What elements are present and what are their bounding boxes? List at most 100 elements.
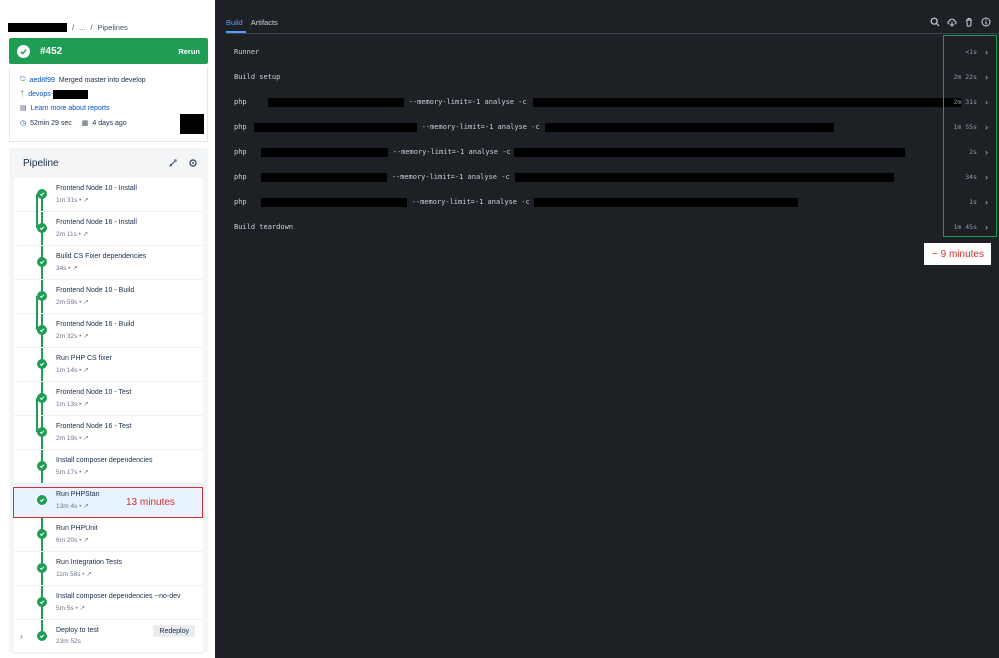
open-external-icon[interactable]: ↗ xyxy=(86,571,91,578)
log-command-prefix: Build setup xyxy=(234,73,281,81)
success-check-icon xyxy=(37,427,47,437)
log-command-prefix: php xyxy=(234,123,247,131)
branch-row: ᛉ devops- xyxy=(20,90,89,99)
redacted-path xyxy=(267,97,404,107)
redacted-config-path xyxy=(532,97,961,107)
pipeline-actions xyxy=(168,158,198,168)
step-duration-value: 2m 11s xyxy=(56,231,77,238)
total-time-annotation: ~ 9 minutes xyxy=(924,243,991,265)
log-command-prefix: Build teardown xyxy=(234,223,294,231)
pipeline-step[interactable]: Deploy to test 23m 52s › Redeploy xyxy=(14,620,203,654)
log-command-args: --memory-limit=-1 analyse -c xyxy=(411,198,530,206)
open-external-icon[interactable]: ↗ xyxy=(83,537,88,544)
pipeline-step[interactable]: Frontend Node 10 - Build 2m 59s • ↗ xyxy=(14,280,203,314)
success-check-icon xyxy=(37,393,47,403)
branch-icon: ᛉ xyxy=(20,91,25,98)
tab-artifacts[interactable]: Artifacts xyxy=(251,18,278,32)
log-step-row[interactable]: php --memory-limit=-1 analyse -c 2s › xyxy=(234,144,994,160)
redacted-workspace[interactable] xyxy=(8,22,67,32)
pipeline-step[interactable]: Install composer dependencies --no-dev 5m… xyxy=(14,586,203,620)
rerun-button[interactable]: Rerun xyxy=(178,47,200,56)
tab-divider xyxy=(226,33,999,34)
log-step-row[interactable]: Build setup 2m 22s › xyxy=(234,69,994,85)
open-external-icon[interactable]: ↗ xyxy=(83,469,88,476)
step-duration-value: 2m 59s xyxy=(56,299,78,306)
step-duration: 5m 17s • ↗ xyxy=(56,468,89,476)
trash-icon[interactable] xyxy=(964,17,974,27)
report-icon: ▤ xyxy=(20,105,27,112)
pipeline-step[interactable]: Frontend Node 16 - Install 2m 11s • ↗ xyxy=(14,212,203,246)
pipeline-step[interactable]: Run PHP CS fixer 1m 14s • ↗ xyxy=(14,348,203,382)
open-external-icon[interactable]: ↗ xyxy=(83,435,88,442)
expand-chevron-icon[interactable]: › xyxy=(20,632,23,641)
pipeline-step[interactable]: Run Integration Tests 11m 58s • ↗ xyxy=(14,552,203,586)
search-icon[interactable] xyxy=(930,17,940,27)
branch-link[interactable]: devops- xyxy=(28,91,53,98)
reports-link[interactable]: Learn more about reports xyxy=(31,105,110,112)
breadcrumb-pipelines[interactable]: Pipelines xyxy=(97,23,127,32)
pipeline-step[interactable]: Build CS Fixer dependencies 34s • ↗ xyxy=(14,246,203,280)
success-check-icon xyxy=(37,529,47,539)
step-duration: 1m 31s • ↗ xyxy=(56,196,89,204)
success-check-icon xyxy=(37,359,47,369)
pipeline-title: Pipeline xyxy=(23,158,59,169)
log-command-args: --memory-limit=-1 analyse -c xyxy=(421,123,540,131)
pipeline-step[interactable]: Install composer dependencies 5m 17s • ↗ xyxy=(14,450,203,484)
open-external-icon[interactable]: ↗ xyxy=(83,231,88,238)
download-cloud-icon[interactable] xyxy=(947,17,957,27)
step-duration: 2m 59s • ↗ xyxy=(56,298,89,306)
success-check-icon xyxy=(37,325,47,335)
redeploy-button[interactable]: Redeploy xyxy=(153,625,195,637)
log-step-row[interactable]: Runner <1s › xyxy=(234,44,994,60)
step-duration: 1m 13s • ↗ xyxy=(56,400,89,408)
clock-icon: ◷ xyxy=(20,120,27,127)
breadcrumb-ellipsis[interactable]: ... xyxy=(79,23,85,32)
duration-row: ◷ 52min 29 sec ▦ 4 days ago xyxy=(20,119,127,128)
commit-row: ⎋ aed8f99 Merged master into develop xyxy=(20,76,146,84)
open-external-icon[interactable]: ↗ xyxy=(83,197,88,204)
tab-build[interactable]: Build xyxy=(226,18,243,32)
pipeline-step[interactable]: Frontend Node 10 - Install 1m 31s • ↗ xyxy=(14,178,203,212)
rocket-icon[interactable] xyxy=(168,158,178,168)
success-check-icon xyxy=(37,631,47,641)
step-duration-value: 2m 32s xyxy=(56,333,78,340)
redacted-avatar xyxy=(180,114,204,134)
phpstan-annotation: 13 minutes xyxy=(126,497,175,508)
open-external-icon[interactable]: ↗ xyxy=(80,605,85,612)
breadcrumb: / ... / Pipelines xyxy=(8,22,128,32)
info-icon[interactable] xyxy=(981,17,991,27)
pipeline-step[interactable]: Run PHPUnit 6m 20s • ↗ xyxy=(14,518,203,552)
step-duration: 34s • ↗ xyxy=(56,264,78,272)
open-external-icon[interactable]: ↗ xyxy=(83,333,88,340)
log-tabs: Build Artifacts xyxy=(226,18,278,32)
pipeline-panel: Pipeline Frontend Node 10 - Install 1m 31… xyxy=(9,148,208,654)
open-external-icon[interactable]: ↗ xyxy=(83,401,88,408)
success-check-icon xyxy=(37,563,47,573)
breadcrumb-separator: / xyxy=(90,22,93,32)
step-duration: 2m 11s • ↗ xyxy=(56,230,88,238)
redacted-config-path xyxy=(514,172,894,182)
pipeline-step[interactable]: Frontend Node 16 - Test 2m 19s • ↗ xyxy=(14,416,203,450)
parallel-branch-connector xyxy=(36,194,38,228)
parallel-branch-connector xyxy=(36,398,38,432)
open-external-icon[interactable]: ↗ xyxy=(83,299,88,306)
commit-hash-link[interactable]: aed8f99 xyxy=(30,77,55,84)
open-external-icon[interactable]: ↗ xyxy=(72,265,77,272)
parallel-branch-connector xyxy=(36,296,38,330)
step-name: Deploy to test xyxy=(56,627,99,634)
pipeline-step[interactable]: Frontend Node 16 - Build 2m 32s • ↗ xyxy=(14,314,203,348)
log-step-row[interactable]: php --memory-limit=-1 analyse -c 2m 31s › xyxy=(234,94,994,110)
log-step-row[interactable]: php --memory-limit=-1 analyse -c 1m 55s › xyxy=(234,119,994,135)
redacted-path xyxy=(260,172,387,182)
log-step-row[interactable]: Build teardown 1m 45s › xyxy=(234,219,994,235)
step-duration: 2m 19s • ↗ xyxy=(56,434,89,442)
open-external-icon[interactable]: ↗ xyxy=(83,367,88,374)
step-name: Run PHPUnit xyxy=(56,525,98,532)
build-duration: 52min 29 sec xyxy=(30,119,72,127)
pipeline-step[interactable]: Frontend Node 10 - Test 1m 13s • ↗ xyxy=(14,382,203,416)
redacted-branch-name xyxy=(53,90,89,99)
log-step-row[interactable]: php --memory-limit=-1 analyse -c 1s › xyxy=(234,194,994,210)
gear-icon[interactable] xyxy=(188,158,198,168)
log-step-row[interactable]: php --memory-limit=-1 analyse -c 34s › xyxy=(234,169,994,185)
left-panel: / ... / Pipelines #452 Rerun ⎋ aed8f99 M… xyxy=(0,0,215,658)
